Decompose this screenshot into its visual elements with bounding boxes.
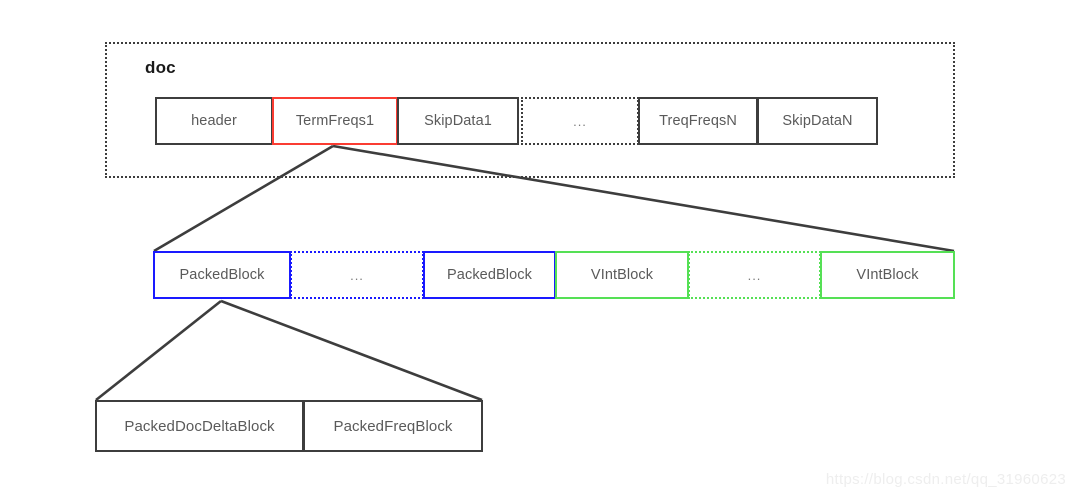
cell-packedblock-first[interactable]: PackedBlock (153, 251, 291, 299)
cell-packedfreqblock[interactable]: PackedFreqBlock (303, 400, 483, 452)
cell-packedblock-first-label: PackedBlock (179, 267, 265, 283)
doc-container-label: doc (145, 58, 176, 77)
connector-packedblock-left (95, 299, 222, 402)
cell-top-ellipsis: ... (521, 97, 639, 145)
cell-vintblock-first[interactable]: VIntBlock (555, 251, 689, 299)
cell-top-ellipsis-label: ... (573, 113, 587, 129)
cell-treqfreqsn[interactable]: TreqFreqsN (638, 97, 758, 145)
cell-vintblock-ellipsis: ... (688, 251, 821, 299)
cell-vintblock-first-label: VIntBlock (590, 267, 654, 283)
cell-packeddocdeltablock-label: PackedDocDeltaBlock (124, 417, 275, 435)
cell-termfreqs1[interactable]: TermFreqs1 (272, 97, 398, 145)
connector-packedblock-right (220, 299, 483, 402)
cell-packedfreqblock-label: PackedFreqBlock (333, 417, 453, 435)
cell-skipdatan[interactable]: SkipDataN (757, 97, 878, 145)
watermark: https://blog.csdn.net/qq_31960623 (825, 471, 1066, 488)
cell-skipdata1[interactable]: SkipData1 (397, 97, 519, 145)
cell-vintblock-last-label: VIntBlock (856, 267, 919, 283)
cell-packedblock-ellipsis: ... (290, 251, 424, 299)
cell-treqfreqsn-label: TreqFreqsN (659, 113, 737, 129)
diagram-canvas: doc header TermFreqs1 SkipData1 ... Treq… (0, 0, 1080, 500)
cell-header[interactable]: header (155, 97, 273, 145)
cell-termfreqs1-label: TermFreqs1 (295, 113, 375, 129)
cell-packedblock-last-label: PackedBlock (447, 267, 532, 283)
cell-packeddocdeltablock[interactable]: PackedDocDeltaBlock (95, 400, 304, 452)
cell-skipdatan-label: SkipDataN (782, 113, 853, 129)
cell-packedblock-ellipsis-label: ... (350, 267, 364, 283)
cell-header-label: header (191, 113, 237, 129)
cell-skipdata1-label: SkipData1 (424, 113, 492, 129)
cell-vintblock-last[interactable]: VIntBlock (820, 251, 955, 299)
cell-vintblock-ellipsis-label: ... (747, 267, 762, 283)
cell-packedblock-last[interactable]: PackedBlock (423, 251, 556, 299)
